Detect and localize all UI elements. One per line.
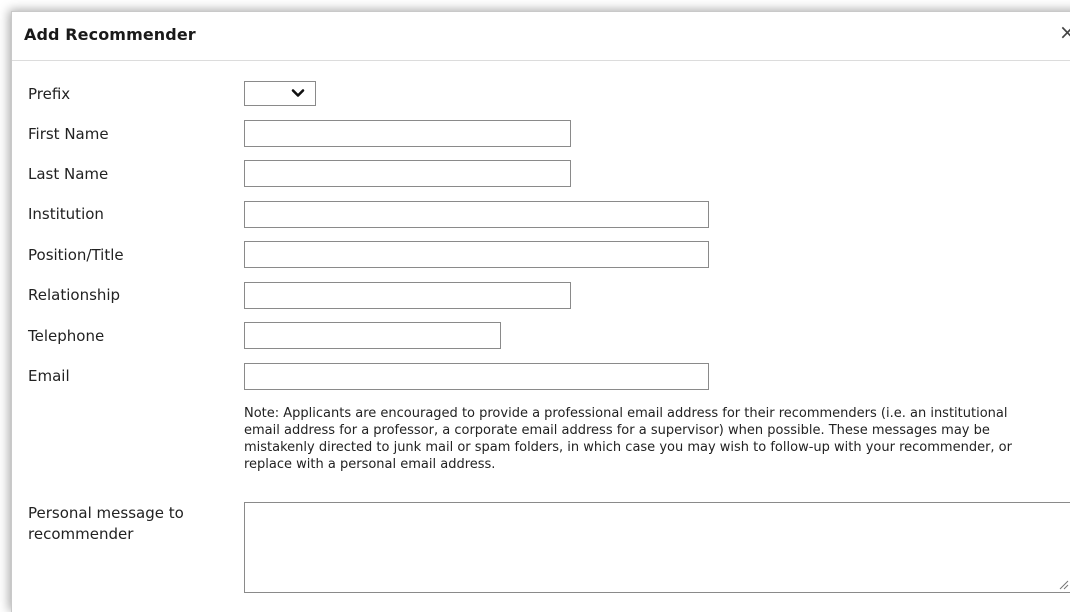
institution-label: Institution [28,205,104,223]
position-title-input[interactable] [244,241,709,268]
last-name-input[interactable] [244,160,571,187]
first-name-label: First Name [28,125,109,143]
email-input[interactable] [244,363,709,390]
add-recommender-dialog: Add Recommender × Prefix First Name Last… [11,11,1070,612]
relationship-label: Relationship [28,286,121,304]
chevron-down-icon [291,89,305,97]
email-note: Note: Applicants are encouraged to provi… [244,406,1012,472]
institution-input[interactable] [244,201,709,228]
resize-grip-icon[interactable] [1057,578,1069,590]
telephone-input[interactable] [244,322,501,349]
prefix-label: Prefix [28,85,71,103]
position-title-label: Position/Title [28,246,124,264]
email-label: Email [28,367,70,385]
personal-message-label: Personal message to recommender [28,504,184,543]
personal-message-textarea[interactable] [244,502,1070,593]
last-name-label: Last Name [28,165,109,183]
close-icon[interactable]: × [1059,22,1070,42]
first-name-input[interactable] [244,120,571,147]
prefix-select[interactable] [244,81,316,106]
dialog-header: Add Recommender × [12,12,1070,61]
dialog-title: Add Recommender [24,25,196,44]
relationship-input[interactable] [244,282,571,309]
telephone-label: Telephone [28,327,105,345]
